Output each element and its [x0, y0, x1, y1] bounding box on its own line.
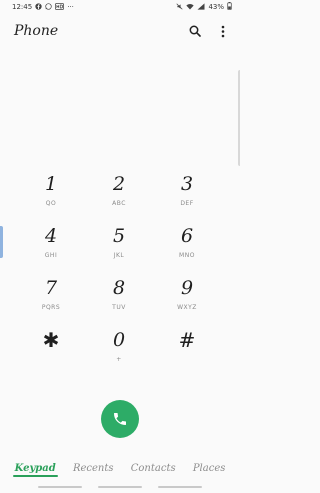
edge-panel-handle[interactable] — [0, 226, 3, 258]
gesture-hint-home[interactable] — [98, 486, 142, 488]
gesture-navigation-bar — [0, 486, 240, 490]
facebook-icon — [35, 2, 42, 12]
status-right: 43% — [176, 2, 232, 12]
dial-keypad: 1 QO 2 ABC 3 DEF 4 GHI 5 JKL 6 MNO 7 PQRS 8 TUV … — [17, 170, 221, 378]
more-options-button[interactable] — [216, 24, 230, 38]
gesture-hint-recents[interactable] — [38, 486, 82, 488]
key-letters: TUV — [112, 304, 126, 311]
key-digit: 7 — [44, 277, 58, 299]
key-1[interactable]: 1 QO — [17, 170, 85, 222]
tab-keypad[interactable]: Keypad — [12, 459, 58, 478]
key-letters: ABC — [112, 200, 126, 207]
key-2[interactable]: 2 ABC — [85, 170, 153, 222]
search-button[interactable] — [188, 24, 202, 38]
key-letters: PQRS — [41, 304, 61, 311]
key-digit: ✱ — [42, 328, 60, 352]
battery-percent: 43% — [208, 3, 224, 11]
scrollbar[interactable] — [238, 70, 240, 166]
key-letters: + — [116, 356, 122, 363]
tab-contacts[interactable]: Contacts — [129, 459, 178, 478]
status-more-icon: ··· — [67, 3, 74, 11]
key-digit: 5 — [112, 225, 126, 247]
key-5[interactable]: 5 JKL — [85, 222, 153, 274]
hd-icon — [55, 2, 65, 12]
tab-places[interactable]: Places — [191, 459, 228, 478]
key-digit: 0 — [112, 329, 126, 351]
key-4[interactable]: 4 GHI — [17, 222, 85, 274]
key-digit: 3 — [180, 173, 194, 195]
phone-icon — [114, 413, 126, 425]
tab-recents[interactable]: Recents — [71, 459, 116, 478]
key-letters: QO — [45, 200, 57, 207]
key-digit: 6 — [180, 225, 194, 247]
status-left: 12:45 ··· — [12, 2, 74, 12]
key-digit: 1 — [44, 173, 58, 195]
more-options-icon — [221, 25, 225, 37]
app-header: Phone — [0, 18, 240, 44]
key-hash[interactable]: # — [153, 326, 221, 378]
key-digit: 8 — [112, 277, 126, 299]
key-letters: DEF — [180, 200, 194, 207]
key-0[interactable]: 0 + — [85, 326, 153, 378]
key-6[interactable]: 6 MNO — [153, 222, 221, 274]
page-title: Phone — [14, 23, 59, 39]
key-letters: JKL — [113, 252, 125, 259]
wifi-icon — [186, 3, 195, 12]
key-letters: GHI — [44, 252, 58, 259]
status-bar: 12:45 ··· 43% — [0, 0, 240, 14]
key-8[interactable]: 8 TUV — [85, 274, 153, 326]
status-time: 12:45 — [12, 3, 33, 11]
battery-icon — [227, 2, 232, 12]
whatsapp-icon — [45, 2, 52, 12]
header-actions — [188, 24, 230, 38]
key-7[interactable]: 7 PQRS — [17, 274, 85, 326]
signal-icon — [197, 2, 205, 12]
key-letters: WXYZ — [177, 304, 197, 311]
key-9[interactable]: 9 WXYZ — [153, 274, 221, 326]
bottom-tab-bar: Keypad Recents Contacts Places — [0, 453, 240, 483]
key-3[interactable]: 3 DEF — [153, 170, 221, 222]
key-digit: 4 — [44, 225, 58, 247]
key-digit: 9 — [180, 277, 194, 299]
key-star[interactable]: ✱ — [17, 326, 85, 378]
mute-icon — [176, 2, 183, 12]
key-digit: # — [178, 328, 196, 352]
key-digit: 2 — [112, 173, 126, 195]
call-button[interactable] — [101, 400, 139, 438]
gesture-hint-back[interactable] — [158, 486, 202, 488]
search-icon — [189, 25, 201, 37]
key-letters: MNO — [179, 252, 195, 259]
